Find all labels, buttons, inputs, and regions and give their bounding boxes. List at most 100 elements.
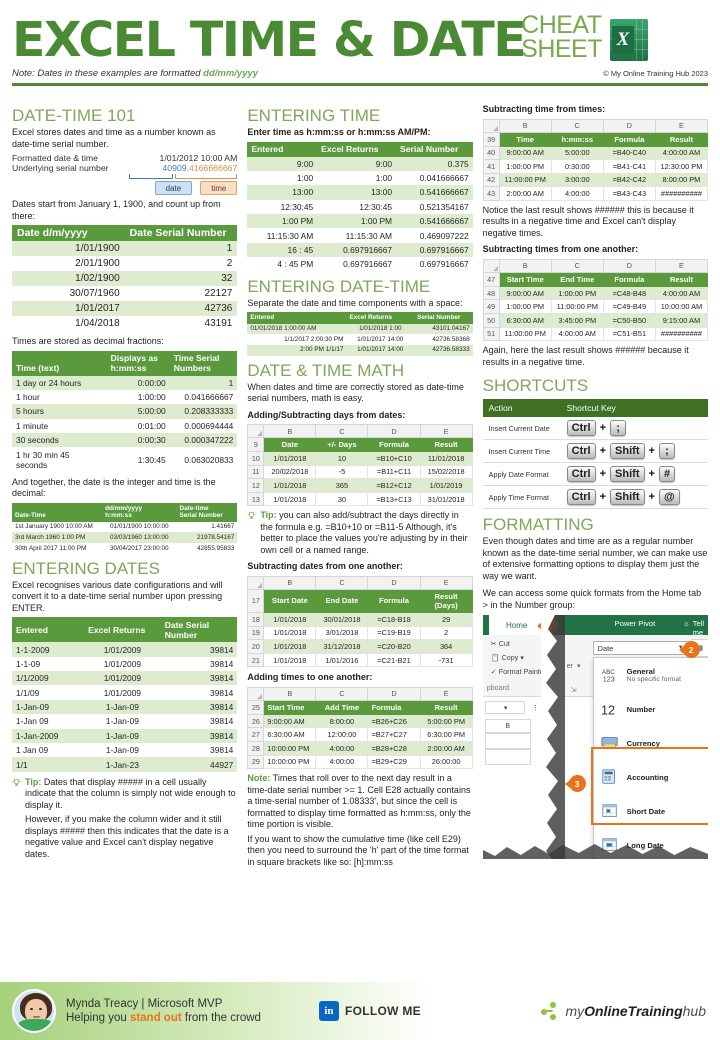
cell: 42736.58333	[414, 344, 473, 356]
alignment-dialog-launcher-icon[interactable]: ⇲	[571, 685, 577, 694]
column-header-b[interactable]: B	[484, 719, 531, 734]
row-number: 27	[247, 727, 265, 742]
cell: 1:00:00 PM	[550, 285, 604, 301]
cell: 1-Jan-09	[84, 714, 161, 729]
sub-dates-label: Subtracting dates from one another:	[247, 561, 403, 572]
copyright: © My Online Training Hub 2023	[603, 69, 708, 78]
table-row: 11 20/02/2018 -5 =B11+C11 15/02/2018	[247, 464, 473, 480]
row-number: 12	[247, 478, 265, 493]
header-divider	[12, 83, 708, 86]
col-letter: C	[550, 118, 604, 133]
number-format-dropdown[interactable]: Date ▼	[592, 641, 689, 656]
col-letter: C	[550, 258, 604, 273]
add-times-table: B C D E 25 Start Time Add Time Formula R…	[247, 686, 473, 770]
table-row: 19 1/01/2018 3/01/2018 =C19-B19 2	[247, 625, 473, 641]
cell: 10:00:00 AM	[654, 299, 708, 315]
row-number: 47	[482, 271, 500, 287]
col-header: Excel Returns	[346, 312, 415, 324]
col-header-l2: h:mm:ss	[110, 363, 147, 373]
col-header: Formula	[602, 271, 656, 287]
row-number: 51	[482, 326, 500, 342]
key-cap[interactable]: Shift	[610, 466, 645, 483]
cell: 39814	[160, 642, 238, 657]
cell: 0.063020833	[169, 447, 238, 472]
row-number: 9	[247, 437, 265, 453]
cell: 5 hours	[12, 404, 107, 419]
cell: -731	[419, 652, 473, 668]
section-heading-entering-time: ENTERING TIME	[247, 106, 381, 125]
cell: 0.041666667	[169, 389, 238, 405]
subtract-time-from-times-label: Subtracting time from times:	[482, 104, 606, 114]
menu-item-general[interactable]: ABC 123 General No specific format	[594, 658, 708, 692]
cell: 0.000347222	[169, 433, 238, 448]
row-number: 39	[482, 131, 500, 147]
table-row: 1-Jan-09 1-Jan-09 39814	[12, 699, 238, 715]
copy-button[interactable]: 📋 Copy ▾	[491, 653, 524, 662]
cell: 39814	[160, 714, 238, 729]
cell: 1:00	[317, 170, 397, 186]
cell: 43101.04167	[414, 323, 473, 335]
cell: 1-Jan 09	[12, 714, 85, 729]
cell: 12:30:00 PM	[654, 159, 708, 174]
cell: 30/04/2017 23:00:00	[102, 543, 177, 554]
key-cap[interactable]: ;	[610, 420, 627, 437]
key-cap[interactable]: Shift	[610, 489, 645, 506]
col-header: Date Serial Number	[124, 225, 238, 241]
cut-button[interactable]: ✂ Cut	[491, 639, 510, 648]
cell: 39814	[160, 671, 238, 686]
cell: 0.697916667	[396, 242, 473, 258]
cell: 4:00:00 AM	[654, 145, 708, 161]
table-row: 1/1/2017 2:00:30 PM 1/01/2017 14:00 42736.…	[247, 334, 473, 345]
key-cap[interactable]: Ctrl	[566, 443, 596, 460]
torn-paper-edge-bottom	[482, 844, 708, 864]
key-cap[interactable]: Ctrl	[566, 489, 596, 506]
col-header: Formula	[367, 588, 421, 613]
sheet-corner	[482, 118, 500, 133]
cell: 6:30:00 AM	[263, 727, 317, 742]
section-heading-date-time-math: DATE & TIME MATH	[247, 360, 405, 380]
cell: 2:00:00 AM	[419, 741, 473, 756]
cell: 1/01/2019	[419, 478, 473, 493]
key-cap[interactable]: Shift	[610, 443, 645, 460]
table-row: 12 1/01/2018 365 =B12+C12 1/01/2019	[247, 478, 473, 493]
key-cap[interactable]: ;	[658, 443, 675, 460]
cell: 1:00	[247, 170, 318, 186]
table-row: 1 minute 0:01:00 0.000694444	[12, 418, 238, 433]
name-box[interactable]: ▾	[484, 701, 525, 715]
cell: =B26+C26	[367, 713, 421, 729]
cell: 1/02/1900	[12, 271, 125, 286]
date-time-math-intro: When dates and time are correctly stored…	[247, 381, 464, 404]
col-header: Time	[498, 131, 552, 147]
cell: 3:45:00 PM	[550, 313, 604, 328]
svg-text:12: 12	[601, 704, 615, 718]
linkedin-icon[interactable]: in	[318, 1001, 339, 1021]
key-cap[interactable]: #	[658, 466, 676, 483]
col-header-l1: Date-time	[179, 504, 209, 512]
grid-cell[interactable]	[484, 749, 531, 766]
table-row: 1/02/1900 32	[12, 271, 238, 286]
row-number: 21	[247, 652, 265, 668]
cell: 1/01/2018	[263, 478, 317, 493]
tab-power-pivot[interactable]: Power Pivot	[615, 619, 656, 628]
col-header: Date Serial Number	[160, 617, 238, 643]
grid-cell[interactable]	[484, 733, 531, 750]
cell: 3/01/2018	[315, 625, 369, 641]
note-text-1: Times that roll over to the next day res…	[247, 773, 471, 830]
key-cap[interactable]: Ctrl	[566, 420, 596, 437]
key-cap[interactable]: @	[658, 489, 680, 506]
table-row: 1 hr 30 min 45 seconds 1:30:45 0.063020833	[12, 447, 238, 472]
header-note-row: Note: Dates in these examples are format…	[12, 68, 708, 79]
table-row: 1 day or 24 hours 0:00:00 1	[12, 375, 238, 390]
format-painter-button[interactable]: ✓ Format Painter	[491, 667, 547, 676]
cell: 1	[169, 375, 238, 390]
menu-item-number[interactable]: 12 Number	[594, 692, 708, 726]
cell: =C18-B18	[367, 611, 421, 627]
excel-logo-letter: X	[612, 26, 634, 54]
col-letter: E	[654, 118, 708, 133]
table-row: 3rd March 1960 1:00 PM 03/03/1960 13:00:0…	[12, 532, 238, 544]
follow-me-link[interactable]: in FOLLOW ME	[318, 1001, 421, 1021]
row-number: 50	[482, 313, 500, 328]
key-cap[interactable]: Ctrl	[566, 466, 596, 483]
follow-me-label: FOLLOW ME	[344, 1004, 421, 1018]
cell: 13:00	[247, 185, 318, 200]
